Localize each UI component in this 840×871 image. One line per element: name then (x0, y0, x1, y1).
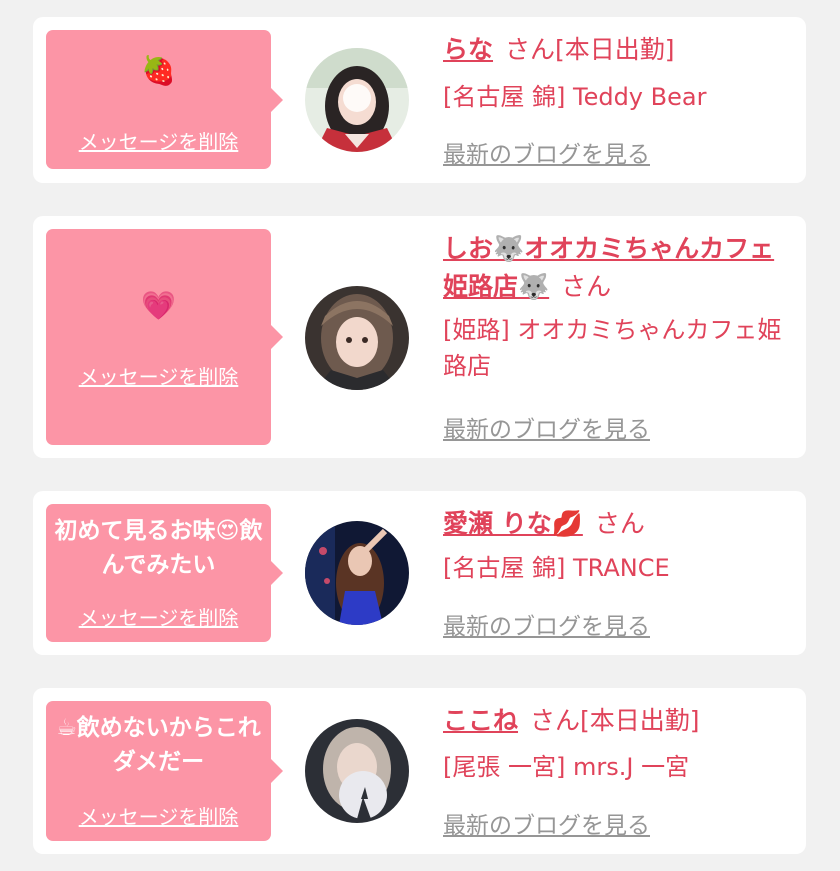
message-text: 💗 (141, 289, 176, 322)
delete-message-link[interactable]: メッセージを削除 (46, 801, 271, 830)
list-item: 🍓 メッセージを削除 らな さん[本日出勤] [名古屋 錦] Teddy Bear… (33, 17, 806, 183)
member-name-link[interactable]: らな (443, 35, 493, 64)
list-item: ☕飲めないからこれダメだー メッセージを削除 ここね さん[本日出勤] [尾張 一… (33, 688, 806, 854)
message-bubble: ☕飲めないからこれダメだー メッセージを削除 (46, 701, 283, 841)
shop-info: [名古屋 錦] TRANCE (443, 554, 670, 582)
message-bubble: 🍓 メッセージを削除 (46, 30, 283, 169)
avatar[interactable] (305, 286, 409, 390)
message-text: 初めて見るお味😍飲んでみたい (54, 518, 263, 578)
name-line: らな さん[本日出勤] (443, 31, 798, 69)
delete-message-link[interactable]: メッセージを削除 (46, 361, 271, 390)
message-bubble: 💗 メッセージを削除 (46, 229, 283, 445)
message-bubble: 初めて見るお味😍飲んでみたい メッセージを削除 (46, 504, 283, 642)
name-suffix: さん (594, 509, 645, 538)
shop-info: [尾張 一宮] mrs.J 一宮 (443, 753, 690, 781)
name-suffix: さん[本日出勤] (505, 35, 675, 64)
latest-blog-link[interactable]: 最新のブログを見る (443, 410, 650, 444)
delete-message-link[interactable]: メッセージを削除 (46, 126, 271, 155)
shop-info: [姫路] オオカミちゃんカフェ姫路店 (443, 316, 782, 380)
list-item: 💗 メッセージを削除 しお🐺オオカミちゃんカフェ姫路店🐺 さん [姫路] オオカミ… (33, 216, 806, 458)
avatar[interactable] (305, 521, 409, 625)
name-line: ここね さん[本日出勤] (443, 702, 798, 740)
message-list: 🍓 メッセージを削除 らな さん[本日出勤] [名古屋 錦] Teddy Bear… (0, 0, 840, 871)
name-line: 愛瀬 りな💋 さん (443, 505, 798, 543)
latest-blog-link[interactable]: 最新のブログを見る (443, 607, 650, 641)
message-text: 🍓 (141, 54, 176, 87)
name-suffix: さん (561, 272, 612, 301)
name-line: しお🐺オオカミちゃんカフェ姫路店🐺 さん (443, 230, 798, 306)
list-item: 初めて見るお味😍飲んでみたい メッセージを削除 愛瀬 りな💋 さん [名古屋 錦]… (33, 491, 806, 655)
member-name-link[interactable]: 愛瀬 りな💋 (443, 509, 583, 538)
member-name-link[interactable]: ここね (443, 706, 518, 735)
delete-message-link[interactable]: メッセージを削除 (46, 602, 271, 631)
latest-blog-link[interactable]: 最新のブログを見る (443, 135, 650, 169)
message-text: ☕飲めないからこれダメだー (56, 715, 261, 775)
avatar[interactable] (305, 719, 409, 823)
name-suffix: さん[本日出勤] (530, 706, 700, 735)
shop-info: [名古屋 錦] Teddy Bear (443, 83, 707, 111)
latest-blog-link[interactable]: 最新のブログを見る (443, 806, 650, 840)
avatar[interactable] (305, 48, 409, 152)
